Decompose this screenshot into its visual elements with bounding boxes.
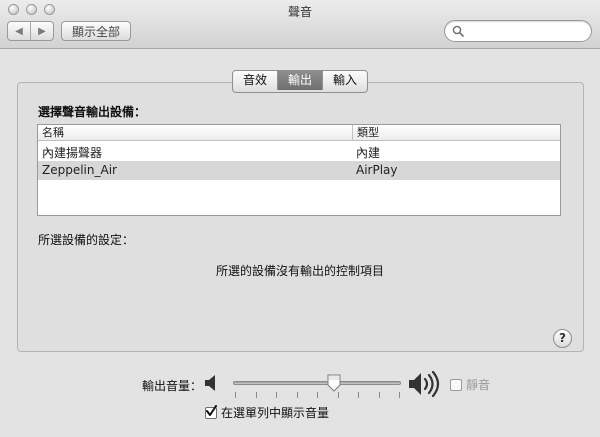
device-name: Zeppelin_Air [42, 163, 117, 177]
no-output-controls-message: 所選的設備沒有輸出的控制項目 [215, 264, 384, 278]
mute-label: 靜音 [466, 378, 491, 392]
show-volume-checkbox-box[interactable] [205, 405, 217, 419]
show-volume-in-menu-bar-checkbox[interactable]: 在選單列中顯示音量 [205, 404, 329, 421]
search-input[interactable] [467, 23, 587, 41]
device-type: AirPlay [356, 163, 398, 177]
mute-checkbox[interactable]: 靜音 [450, 376, 490, 393]
table-header: 名稱 類型 [38, 125, 560, 141]
device-name: 內建揚聲器 [42, 146, 103, 160]
window-title: 聲音 [287, 5, 312, 19]
speaker-low-icon[interactable] [204, 374, 218, 392]
output-panel [17, 82, 584, 352]
tab-bar: 音效 輸出 輸入 [232, 70, 369, 93]
table-row[interactable]: 內建揚聲器 內建 [38, 142, 560, 161]
mute-checkbox-box[interactable] [450, 379, 462, 391]
forward-button[interactable]: ▶ [30, 22, 53, 40]
column-header-type[interactable]: 類型 [352, 125, 379, 140]
chevron-right-icon: ▶ [38, 25, 46, 37]
tab-sound-effects[interactable]: 音效 [233, 71, 277, 90]
output-volume-label: 輸出音量： [142, 379, 203, 393]
show-all-button[interactable]: 顯示全部 [61, 21, 131, 41]
volume-slider-thumb[interactable] [327, 374, 341, 392]
volume-slider-track[interactable] [233, 381, 401, 385]
select-output-device-label: 選擇聲音輸出設備： [38, 105, 147, 119]
help-button[interactable]: ? [553, 329, 572, 348]
sound-preferences-window: 聲音 ◀ ▶ 顯示全部 音效 輸出 輸入 選擇聲音輸出設備： 名稱 類型 內建揚… [0, 0, 600, 437]
show-volume-label: 在選單列中顯示音量 [221, 406, 330, 420]
column-header-name[interactable]: 名稱 [42, 125, 64, 140]
selected-device-settings-label: 所選設備的設定： [38, 233, 135, 247]
checkmark-icon [206, 405, 217, 416]
volume-slider-ticks [235, 392, 400, 398]
device-type: 內建 [356, 146, 381, 160]
question-mark-icon: ? [559, 331, 566, 345]
tab-input[interactable]: 輸入 [322, 71, 367, 90]
output-device-table: 名稱 類型 內建揚聲器 內建 Zeppelin_Air AirPlay [37, 124, 561, 216]
back-button[interactable]: ◀ [8, 22, 30, 40]
title-bar: 聲音 ◀ ▶ 顯示全部 [0, 0, 600, 49]
tab-output[interactable]: 輸出 [277, 71, 323, 90]
search-field[interactable] [444, 20, 592, 42]
navigation-buttons: ◀ ▶ [7, 21, 54, 41]
table-row[interactable]: Zeppelin_Air AirPlay [38, 161, 560, 180]
speaker-high-icon[interactable] [408, 370, 440, 398]
search-icon [452, 25, 464, 37]
chevron-left-icon: ◀ [15, 25, 23, 37]
